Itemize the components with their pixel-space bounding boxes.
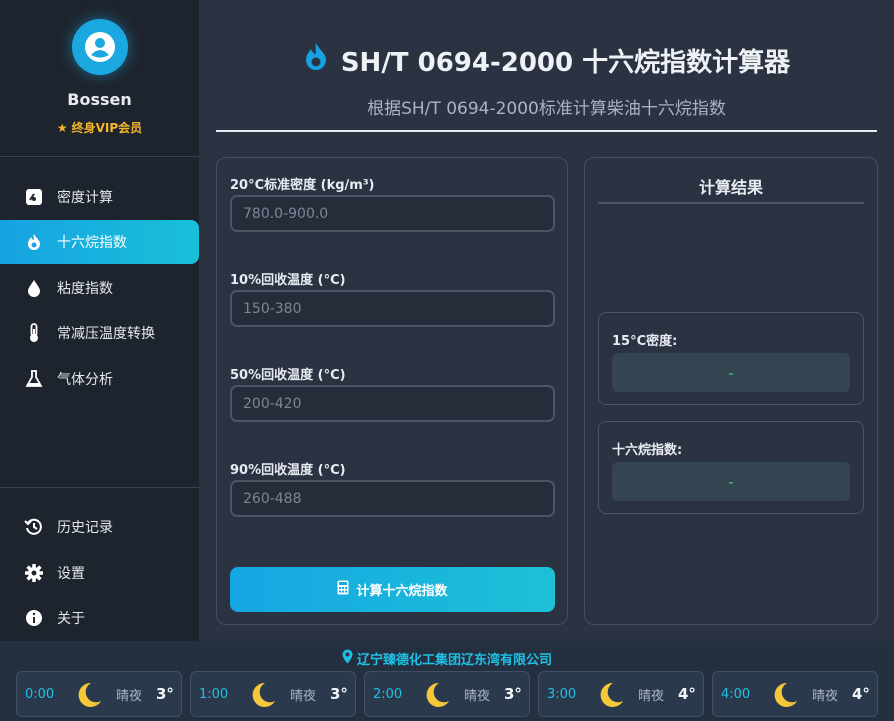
forecast-temp: 4° [852, 685, 870, 703]
calculate-button[interactable]: 计算十六烷指数 [230, 567, 555, 612]
t90-label: 90%回收温度 (°C) [230, 463, 346, 478]
forecast-time: 2:00 [373, 686, 403, 702]
input-panel: 20°C标准密度 (kg/m³) 10%回收温度 (°C) 50%回收温度 (°… [216, 157, 568, 625]
droplet-icon [24, 278, 44, 298]
info-icon [24, 608, 44, 628]
forecast-condition: 晴夜 [116, 688, 143, 704]
sidebar-item-label: 关于 [57, 611, 85, 627]
cetane-index-value: - [612, 462, 850, 501]
sidebar-item-about[interactable]: 关于 [0, 596, 199, 640]
forecast-hour: 0:00 晴夜 3° [16, 671, 182, 717]
sidebar-item-settings[interactable]: 设置 [0, 551, 199, 595]
crescent-moon-icon [245, 681, 277, 713]
forecast-condition: 晴夜 [812, 688, 839, 704]
forecast-hour: 3:00 晴夜 4° [538, 671, 704, 717]
sidebar-item-label: 密度计算 [57, 190, 113, 206]
avatar[interactable] [72, 19, 128, 75]
sidebar-item-cetane[interactable]: 十六烷指数 [0, 220, 199, 264]
star-icon: ★ [56, 121, 68, 135]
forecast-time: 3:00 [547, 686, 577, 702]
density-input[interactable] [230, 195, 555, 232]
flask-icon [24, 369, 44, 389]
user-icon [85, 32, 115, 62]
calculate-button-label: 计算十六烷指数 [356, 584, 448, 599]
history-icon [24, 517, 44, 537]
vip-badge: ★ 终身VIP会员 [0, 119, 199, 136]
flame-icon [303, 42, 329, 79]
density-15c-value: - [612, 353, 850, 392]
page-title: SH/T 0694-2000 十六烷指数计算器 [199, 42, 894, 79]
title-divider [216, 130, 877, 132]
forecast-temp: 3° [330, 685, 348, 703]
forecast-temp: 3° [504, 685, 522, 703]
forecast-temp: 3° [156, 685, 174, 703]
cetane-index-result: 十六烷指数: - [598, 421, 864, 514]
sidebar-item-temperature-conversion[interactable]: 常减压温度转换 [0, 311, 199, 355]
sidebar-item-density[interactable]: 密度计算 [0, 175, 199, 219]
sidebar-item-label: 常减压温度转换 [57, 326, 155, 342]
forecast-hour: 4:00 晴夜 4° [712, 671, 878, 717]
company-location: 辽宁臻德化工集团辽东湾有限公司 [0, 649, 894, 668]
username: Bossen [67, 90, 132, 109]
density-label: 20°C标准密度 (kg/m³) [230, 178, 375, 193]
forecast-condition: 晴夜 [464, 688, 491, 704]
forecast-condition: 晴夜 [290, 688, 317, 704]
sidebar-item-label: 设置 [57, 566, 85, 582]
vip-badge-label: 终身VIP会员 [71, 121, 143, 135]
crescent-moon-icon [71, 681, 103, 713]
crescent-moon-icon [767, 681, 799, 713]
sidebar-item-label: 粘度指数 [57, 281, 113, 297]
gauge-icon [24, 187, 44, 207]
forecast-time: 0:00 [25, 686, 55, 702]
sidebar-item-label: 气体分析 [57, 372, 113, 388]
t10-input[interactable] [230, 290, 555, 327]
sidebar-divider [0, 487, 199, 488]
density-15c-result: 15°C密度: - [598, 312, 864, 405]
forecast-hour: 2:00 晴夜 3° [364, 671, 530, 717]
sidebar-item-label: 十六烷指数 [57, 235, 127, 251]
t50-label: 50%回收温度 (°C) [230, 368, 346, 383]
density-15c-label: 15°C密度: [612, 334, 678, 349]
results-panel: 计算结果 15°C密度: - 十六烷指数: - [584, 157, 878, 625]
main-content: SH/T 0694-2000 十六烷指数计算器 根据SH/T 0694-2000… [199, 0, 894, 641]
forecast-time: 1:00 [199, 686, 229, 702]
flame-icon [24, 232, 44, 252]
forecast-time: 4:00 [721, 686, 751, 702]
gear-icon [24, 563, 44, 583]
crescent-moon-icon [593, 681, 625, 713]
sidebar: Bossen ★ 终身VIP会员 密度计算 十六烷指数 粘度指数 常减压温度转换 … [0, 0, 199, 641]
results-title: 计算结果 [698, 178, 763, 197]
sidebar-item-gas-analysis[interactable]: 气体分析 [0, 357, 199, 401]
page-subtitle: 根据SH/T 0694-2000标准计算柴油十六烷指数 [367, 99, 726, 119]
t50-input[interactable] [230, 385, 555, 422]
weather-footer: 辽宁臻德化工集团辽东湾有限公司 0:00 晴夜 3° 1:00 晴夜 3° 2:… [0, 641, 894, 721]
t10-label: 10%回收温度 (°C) [230, 273, 346, 288]
sidebar-item-label: 历史记录 [57, 520, 113, 536]
location-pin-icon [342, 649, 353, 668]
crescent-moon-icon [419, 681, 451, 713]
forecast-hour: 1:00 晴夜 3° [190, 671, 356, 717]
thermometer-icon [24, 323, 44, 343]
cetane-index-label: 十六烷指数: [612, 443, 683, 458]
page-title-text: SH/T 0694-2000 十六烷指数计算器 [340, 48, 791, 78]
company-name: 辽宁臻德化工集团辽东湾有限公司 [356, 653, 552, 668]
results-divider [598, 202, 864, 204]
user-profile: Bossen ★ 终身VIP会员 [0, 0, 199, 157]
sidebar-item-history[interactable]: 历史记录 [0, 505, 199, 549]
sidebar-item-viscosity[interactable]: 粘度指数 [0, 266, 199, 310]
forecast-temp: 4° [678, 685, 696, 703]
forecast-condition: 晴夜 [638, 688, 665, 704]
t90-input[interactable] [230, 480, 555, 517]
calculator-icon [337, 580, 349, 599]
